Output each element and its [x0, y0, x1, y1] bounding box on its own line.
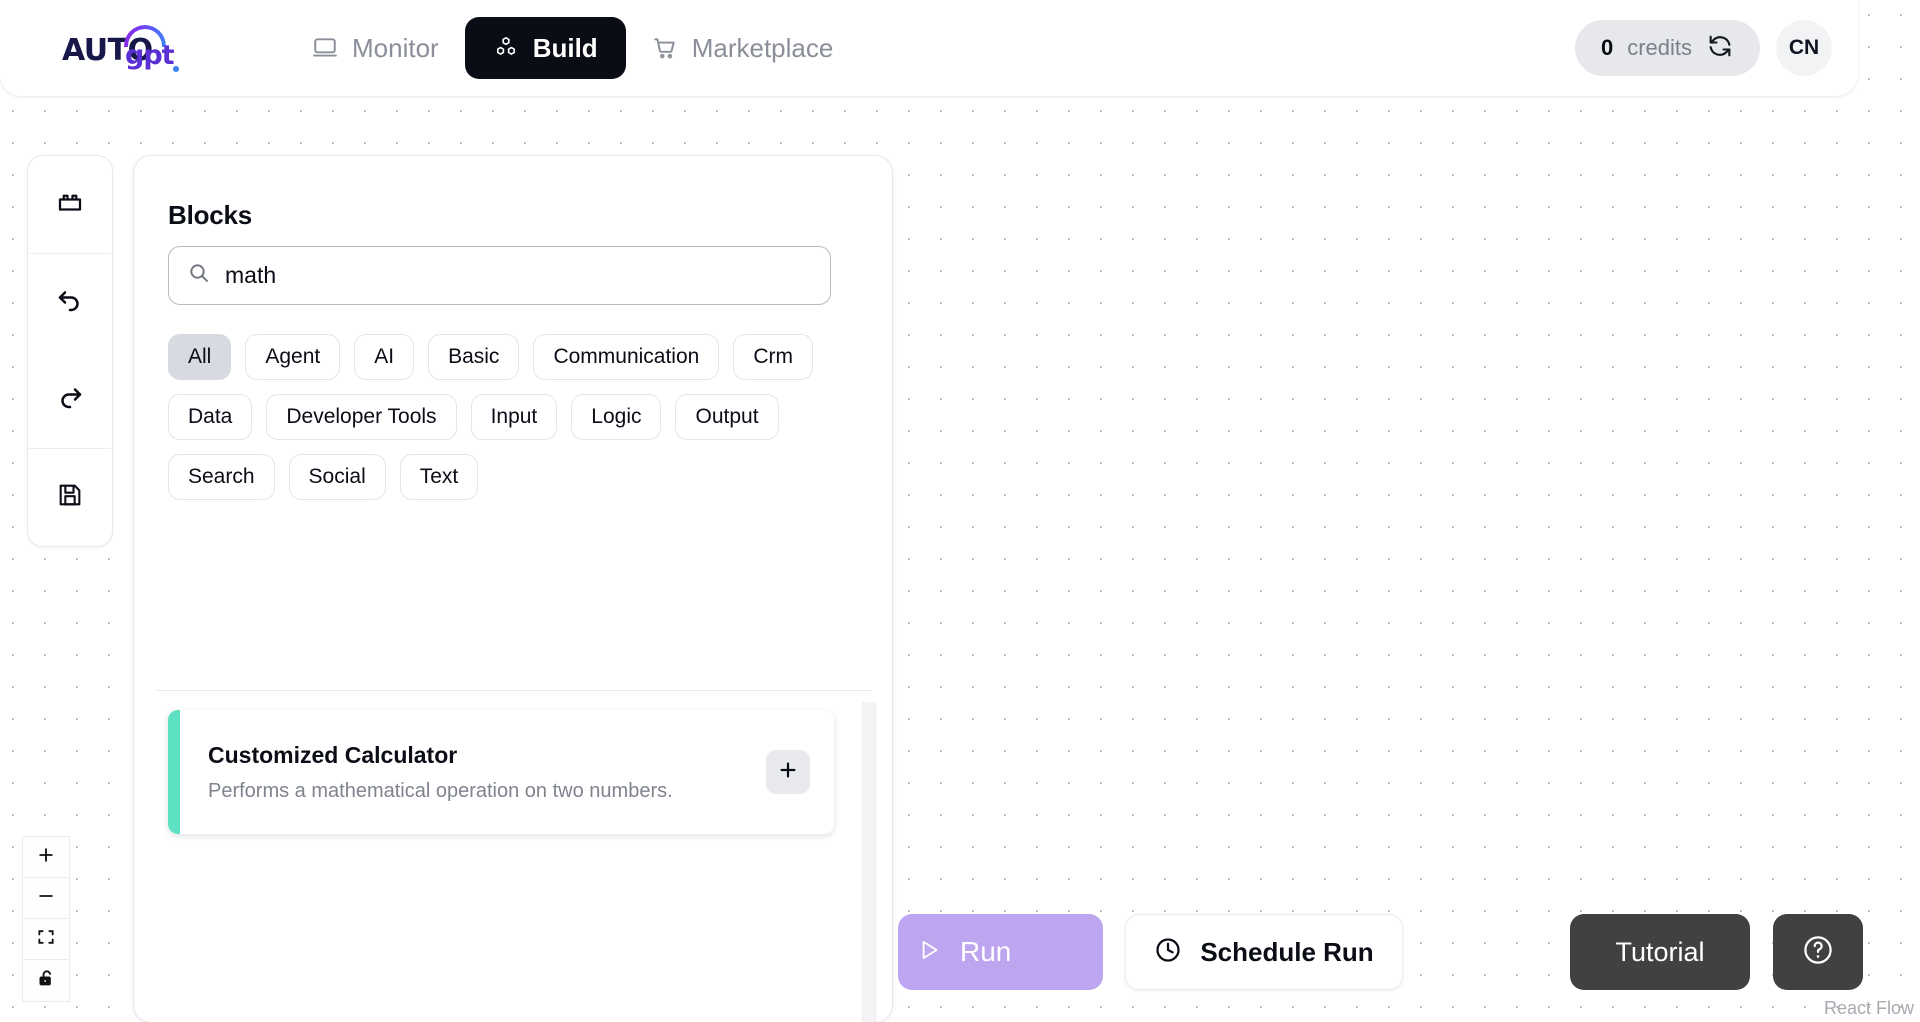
- avatar-initials: CN: [1788, 36, 1820, 59]
- fit-view-icon: [36, 927, 56, 952]
- refresh-icon[interactable]: [1706, 32, 1734, 65]
- sidebar-item-redo[interactable]: [28, 351, 112, 448]
- avatar[interactable]: CN: [1776, 20, 1832, 76]
- zoom-out-button[interactable]: [23, 878, 69, 919]
- block-accent-bar: [168, 710, 180, 834]
- search-field[interactable]: [168, 246, 831, 305]
- play-icon: [916, 937, 942, 968]
- logo-text-secondary: gpt: [125, 40, 175, 71]
- nav-item-build[interactable]: Build: [464, 17, 626, 79]
- filter-chip-input[interactable]: Input: [470, 394, 558, 440]
- search-icon: [187, 261, 211, 290]
- filter-chip-crm[interactable]: Crm: [733, 334, 813, 380]
- canvas-controls: [22, 836, 70, 1002]
- zoom-in-button[interactable]: [23, 837, 69, 878]
- main-nav: Monitor Build Marketplace: [286, 17, 859, 79]
- blocks-icon: [55, 187, 85, 222]
- save-icon: [56, 481, 84, 514]
- sidebar-item-undo[interactable]: [28, 254, 112, 351]
- editor-side-toolbar: [27, 155, 113, 547]
- nav-label-monitor: Monitor: [352, 32, 439, 63]
- nav-item-monitor[interactable]: Monitor: [286, 17, 465, 79]
- nav-label-build: Build: [532, 32, 598, 63]
- minus-icon: [36, 886, 56, 911]
- sidebar-item-blocks[interactable]: [28, 156, 112, 253]
- clock-icon: [1154, 936, 1182, 969]
- search-input[interactable]: [225, 262, 812, 289]
- panel-divider: [156, 690, 872, 691]
- undo-icon: [55, 285, 85, 320]
- monitor-icon: [312, 35, 338, 61]
- nav-label-marketplace: Marketplace: [691, 32, 834, 63]
- credits-label: credits: [1627, 35, 1692, 60]
- filter-chip-output[interactable]: Output: [675, 394, 779, 440]
- redo-icon: [55, 382, 85, 417]
- plus-icon: [36, 845, 56, 870]
- block-name: Customized Calculator: [208, 741, 458, 768]
- block-description: Performs a mathematical operation on two…: [208, 779, 673, 802]
- add-block-button[interactable]: [766, 750, 810, 794]
- fit-view-button[interactable]: [23, 919, 69, 960]
- app-header: AUTO gpt Monitor Build Marketplace 0 cre…: [0, 0, 1858, 96]
- filter-chip-logic[interactable]: Logic: [571, 394, 662, 440]
- block-results-list: Customized Calculator Performs a mathema…: [134, 702, 892, 1022]
- schedule-run-label: Schedule Run: [1200, 936, 1374, 967]
- lock-button[interactable]: [23, 960, 69, 1001]
- blocks-panel: Blocks All Agent AI Basic Communication …: [133, 155, 893, 1022]
- filter-chip-social[interactable]: Social: [288, 454, 386, 500]
- panel-title: Blocks: [168, 200, 253, 230]
- react-flow-attribution[interactable]: React Flow: [1824, 998, 1914, 1019]
- filter-chip-basic[interactable]: Basic: [428, 334, 520, 380]
- filter-chip-ai[interactable]: AI: [354, 334, 415, 380]
- run-label: Run: [960, 936, 1012, 967]
- tutorial-label: Tutorial: [1615, 936, 1705, 967]
- help-button[interactable]: [1773, 914, 1863, 990]
- unlock-icon: [36, 968, 56, 993]
- credits-pill[interactable]: 0 credits: [1574, 20, 1760, 76]
- filter-chip-developer-tools[interactable]: Developer Tools: [266, 394, 457, 440]
- filter-chip-agent[interactable]: Agent: [245, 334, 341, 380]
- filter-chip-all[interactable]: All: [168, 334, 232, 380]
- filter-chip-text[interactable]: Text: [399, 454, 479, 500]
- filter-chip-data[interactable]: Data: [168, 394, 253, 440]
- credits-value: 0: [1600, 35, 1614, 60]
- autogpt-logo[interactable]: AUTO gpt: [62, 20, 190, 76]
- panel-scrollbar[interactable]: [862, 702, 876, 1022]
- header-right-cluster: 0 credits CN: [1574, 20, 1832, 76]
- schedule-run-button[interactable]: Schedule Run: [1125, 914, 1403, 990]
- sidebar-item-save[interactable]: [28, 449, 112, 546]
- shopping-cart-icon: [652, 35, 678, 61]
- run-button[interactable]: Run: [898, 914, 1103, 990]
- filter-chip-communication[interactable]: Communication: [533, 334, 720, 380]
- blocks-cubes-icon: [493, 35, 519, 61]
- filter-chip-group: All Agent AI Basic Communication Crm Dat…: [168, 334, 858, 500]
- tutorial-button[interactable]: Tutorial: [1570, 914, 1750, 990]
- list-item[interactable]: Customized Calculator Performs a mathema…: [168, 710, 834, 834]
- question-circle-icon: [1800, 932, 1836, 973]
- plus-icon: [777, 759, 799, 786]
- logo-dot-decoration: [173, 66, 179, 72]
- filter-chip-search[interactable]: Search: [168, 454, 275, 500]
- nav-item-marketplace[interactable]: Marketplace: [626, 17, 860, 79]
